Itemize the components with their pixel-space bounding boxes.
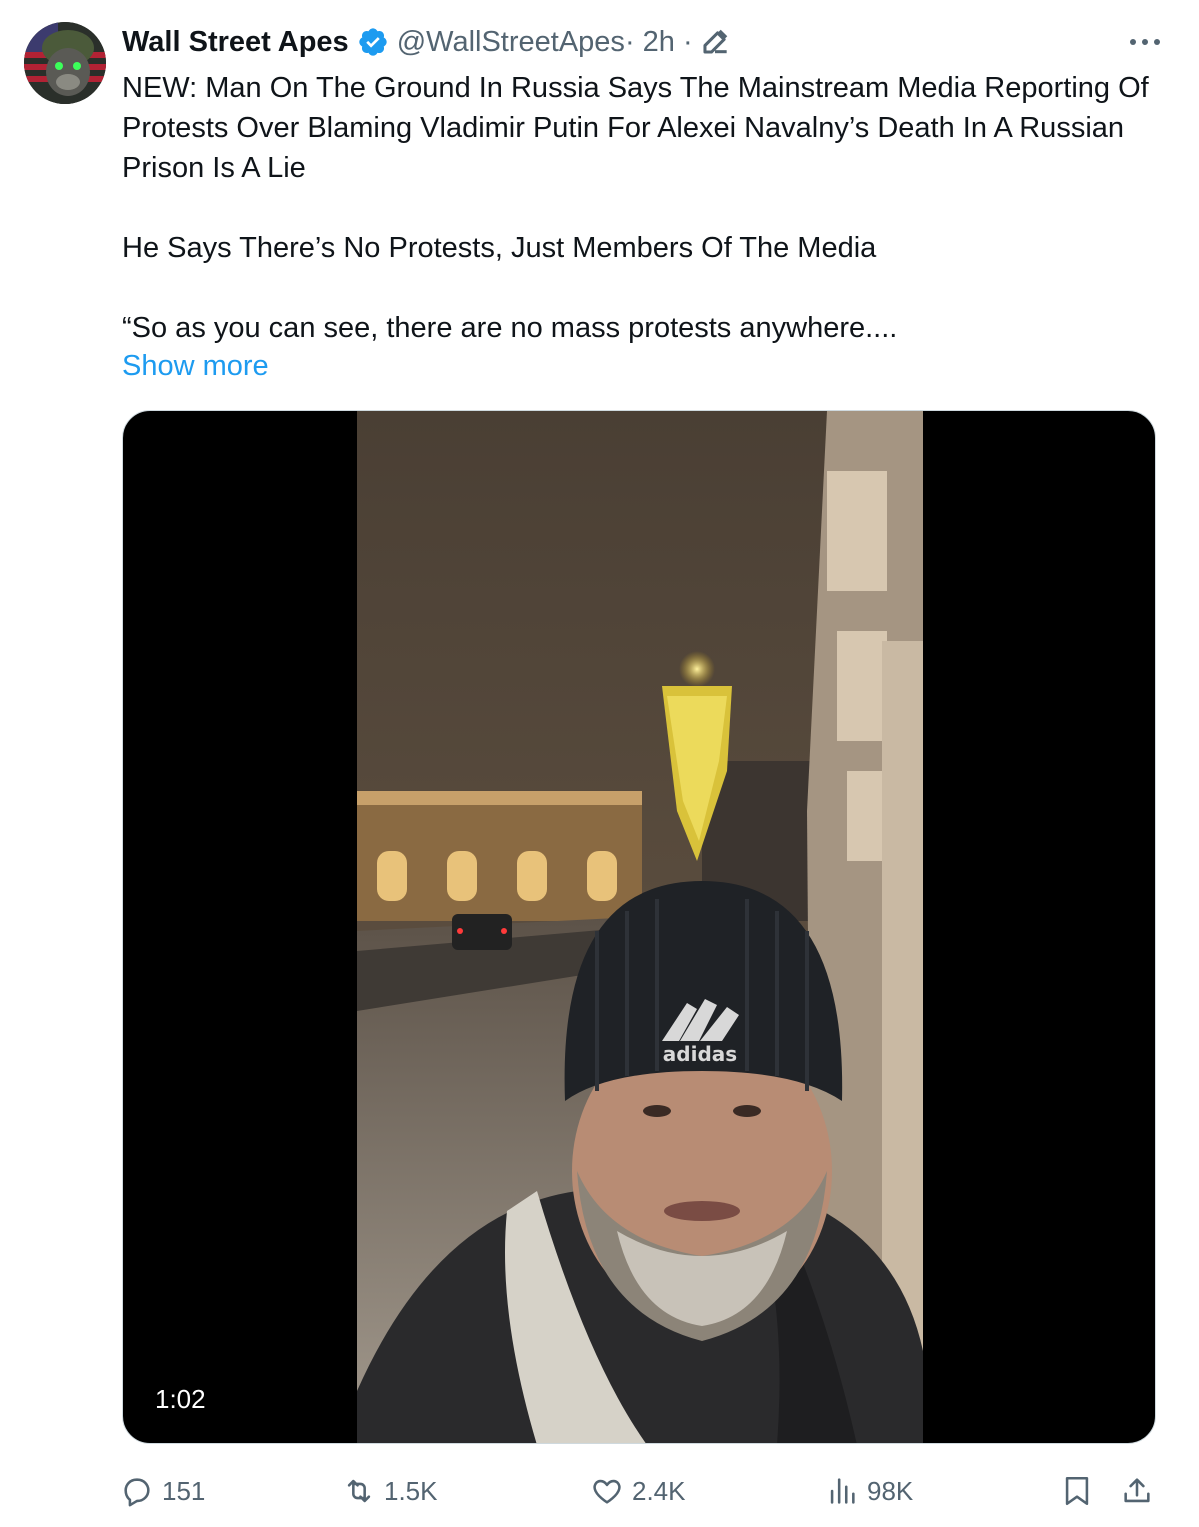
views-button[interactable]: 98K	[825, 1466, 913, 1516]
like-count: 2.4K	[632, 1475, 686, 1506]
more-icon[interactable]	[1127, 30, 1163, 54]
tweet-time[interactable]: · 2h ·	[625, 26, 693, 59]
tweet-paragraph: He Says There’s No Protests, Just Member…	[122, 232, 877, 264]
like-icon	[593, 1479, 621, 1504]
video-duration: 1:02	[143, 1380, 218, 1419]
tweet-paragraph: NEW: Man On The Ground In Russia Says Th…	[122, 72, 1149, 184]
repost-count: 1.5K	[384, 1475, 438, 1506]
video-frame: adidas	[357, 411, 923, 1443]
repost-button[interactable]: 1.5K	[342, 1466, 438, 1516]
views-icon	[830, 1478, 855, 1504]
reply-button[interactable]: 151	[120, 1466, 205, 1516]
edit-icon[interactable]	[701, 28, 729, 56]
author-handle[interactable]: @WallStreetApes	[397, 26, 625, 59]
tweet-paragraph: “So as you can see, there are no mass pr…	[122, 312, 898, 344]
show-more-link[interactable]: Show more	[122, 346, 269, 386]
action-bar: 151 1.5K 2.4K 98K	[120, 1466, 1160, 1516]
views-count: 98K	[867, 1475, 914, 1506]
tweet-header: Wall Street Apes @WallStreetApes · 2h ·	[122, 22, 729, 62]
video-player[interactable]: adidas 1:02	[122, 410, 1156, 1444]
hat-logo-text: adidas	[663, 1042, 737, 1066]
reply-icon	[124, 1478, 150, 1507]
verified-badge-icon[interactable]	[357, 26, 389, 58]
reply-count: 151	[162, 1475, 206, 1506]
repost-icon	[347, 1479, 371, 1503]
author-name[interactable]: Wall Street Apes	[122, 26, 349, 59]
bookmark-icon[interactable]	[1060, 1474, 1094, 1508]
avatar[interactable]	[24, 22, 106, 104]
share-icon[interactable]	[1120, 1474, 1154, 1508]
like-button[interactable]: 2.4K	[590, 1466, 686, 1516]
tweet-text: NEW: Man On The Ground In Russia Says Th…	[122, 68, 1162, 348]
